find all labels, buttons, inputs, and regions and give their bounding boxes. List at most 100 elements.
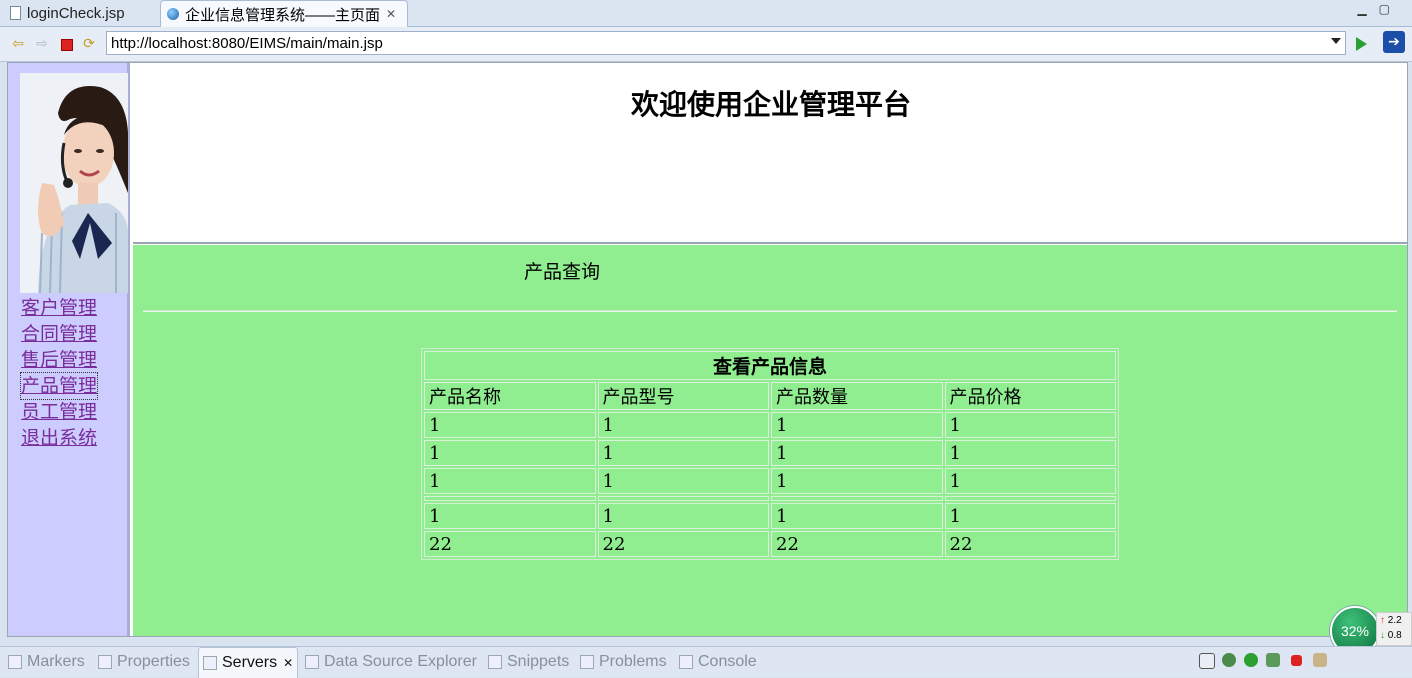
- table-cell: 1: [771, 503, 943, 529]
- section-title: 产品查询: [524, 261, 601, 283]
- tab-label: Properties: [117, 653, 190, 670]
- start-server-icon[interactable]: [1244, 653, 1258, 667]
- table-cell: 1: [597, 503, 769, 529]
- tab-label: Console: [698, 653, 757, 670]
- menu-logout[interactable]: 退出系统: [21, 425, 97, 451]
- debug-server-icon[interactable]: [1222, 653, 1236, 667]
- divider: [143, 310, 1397, 312]
- tab-console[interactable]: Console: [679, 653, 757, 671]
- empty-cell: [771, 496, 943, 501]
- table-cell: 22: [424, 531, 596, 557]
- url-dropdown-icon[interactable]: [1331, 38, 1341, 44]
- maximize-icon[interactable]: ▢: [1379, 2, 1402, 16]
- menu-employee-management[interactable]: 员工管理: [21, 399, 97, 425]
- console-icon: [679, 655, 693, 669]
- globe-icon: [167, 8, 179, 20]
- close-icon[interactable]: ✕: [386, 7, 396, 21]
- close-icon[interactable]: ✕: [283, 656, 293, 670]
- table-cell: 1: [597, 440, 769, 466]
- table-cell: 1: [944, 440, 1116, 466]
- tab-properties[interactable]: Properties: [98, 653, 190, 671]
- tab-label: Markers: [27, 653, 85, 670]
- collapse-all-icon[interactable]: [1199, 653, 1215, 669]
- browser-toolbar: ⇦ ⇨ ⟳ http://localhost:8080/EIMS/main/ma…: [0, 27, 1412, 62]
- column-header: 产品名称: [424, 382, 596, 410]
- back-arrow-icon[interactable]: ⇦: [10, 36, 26, 52]
- column-header: 产品价格: [944, 382, 1116, 410]
- empty-cell: [597, 496, 769, 501]
- page-heading: 欢迎使用企业管理平台: [630, 88, 911, 121]
- table-cell: 22: [597, 531, 769, 557]
- stop-icon[interactable]: [58, 36, 74, 52]
- forward-arrow-icon[interactable]: ⇨: [34, 36, 50, 52]
- tab-label: loginCheck.jsp: [27, 4, 125, 22]
- empty-cell: [944, 496, 1116, 501]
- bottom-views-bar: Markers Properties Servers ✕ Data Source …: [0, 646, 1412, 678]
- tab-login-check[interactable]: loginCheck.jsp: [4, 0, 158, 26]
- stop-server-icon[interactable]: [1291, 655, 1302, 666]
- side-menu: 客户管理 合同管理 售后管理 产品管理 员工管理 退出系统: [19, 295, 99, 451]
- table-cell: 1: [424, 440, 596, 466]
- menu-contract-management[interactable]: 合同管理: [21, 321, 97, 347]
- upload-speed: 2.2: [1387, 615, 1402, 626]
- column-header: 产品数量: [771, 382, 943, 410]
- external-browser-icon[interactable]: ➔: [1383, 31, 1405, 53]
- table-row: 1 1 1 1: [424, 503, 1116, 529]
- content-frame: 产品查询 查看产品信息 产品名称 产品型号 产品数量 产品价格 1 1 1 1 …: [133, 245, 1407, 636]
- empty-cell: [424, 496, 596, 501]
- web-page: 客户管理 合同管理 售后管理 产品管理 员工管理 退出系统 欢迎使用企业管理平台…: [7, 62, 1408, 637]
- minimize-icon[interactable]: ▁: [1357, 2, 1378, 16]
- table-cell: 1: [424, 468, 596, 494]
- markers-icon: [8, 655, 22, 669]
- tab-data-source-explorer[interactable]: Data Source Explorer: [305, 653, 477, 671]
- table-cell: 22: [944, 531, 1116, 557]
- properties-icon: [98, 655, 112, 669]
- table-row: 22 22 22 22: [424, 531, 1116, 557]
- refresh-icon[interactable]: ⟳: [81, 36, 97, 52]
- tab-markers[interactable]: Markers: [8, 653, 85, 671]
- window-controls: ▁▢: [1357, 2, 1402, 16]
- download-speed: 0.8: [1387, 630, 1402, 641]
- table-cell: 1: [944, 468, 1116, 494]
- go-icon[interactable]: [1356, 37, 1367, 51]
- problems-icon: [580, 655, 594, 669]
- download-arrow-icon: ↓: [1380, 630, 1385, 641]
- table-cell: 1: [944, 503, 1116, 529]
- url-input[interactable]: http://localhost:8080/EIMS/main/main.jsp: [106, 31, 1346, 55]
- table-cell: 1: [771, 412, 943, 438]
- empty-row: [424, 496, 1116, 501]
- agent-photo-image: [20, 73, 128, 293]
- tab-problems[interactable]: Problems: [580, 653, 667, 671]
- tab-main-page[interactable]: 企业信息管理系统——主页面 ✕: [160, 0, 408, 27]
- jsp-file-icon: [10, 6, 21, 20]
- table-caption: 查看产品信息: [424, 351, 1116, 380]
- tab-servers[interactable]: Servers ✕: [198, 647, 299, 678]
- menu-customer-management[interactable]: 客户管理: [21, 295, 97, 321]
- left-frame: 客户管理 合同管理 售后管理 产品管理 员工管理 退出系统: [8, 63, 130, 636]
- tab-snippets[interactable]: Snippets: [488, 653, 569, 671]
- servers-icon: [203, 656, 217, 670]
- table-cell: 1: [597, 412, 769, 438]
- profile-server-icon[interactable]: [1266, 653, 1280, 667]
- table-row: 1 1 1 1: [424, 468, 1116, 494]
- table-cell: 1: [424, 503, 596, 529]
- table-row: 1 1 1 1: [424, 412, 1116, 438]
- tab-label: Data Source Explorer: [324, 653, 477, 670]
- table-cell: 1: [771, 440, 943, 466]
- menu-after-sales-management[interactable]: 售后管理: [21, 347, 97, 373]
- table-cell: 1: [597, 468, 769, 494]
- upload-arrow-icon: ↑: [1380, 615, 1385, 626]
- database-icon: [305, 655, 319, 669]
- table-cell: 22: [771, 531, 943, 557]
- column-header: 产品型号: [597, 382, 769, 410]
- network-speed-widget: ↑ 2.2 ↓ 0.8: [1376, 612, 1412, 646]
- table-cell: 1: [424, 412, 596, 438]
- menu-product-management[interactable]: 产品管理: [19, 372, 99, 400]
- agent-photo: [20, 73, 128, 293]
- table-row: 1 1 1 1: [424, 440, 1116, 466]
- table-cell: 1: [944, 412, 1116, 438]
- table-header-row: 产品名称 产品型号 产品数量 产品价格: [424, 382, 1116, 410]
- tab-label: Snippets: [507, 653, 570, 670]
- snippets-icon: [488, 655, 502, 669]
- publish-icon[interactable]: [1313, 653, 1327, 667]
